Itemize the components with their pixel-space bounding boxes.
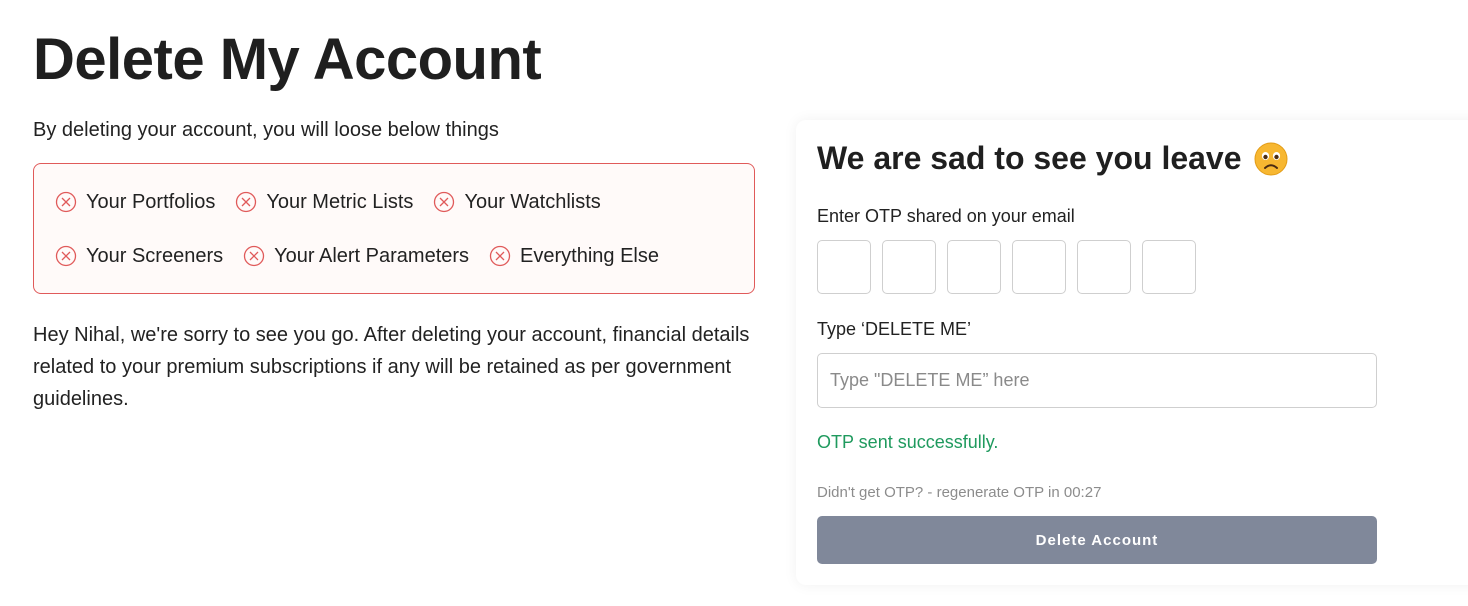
otp-label: Enter OTP shared on your email <box>817 206 1075 226</box>
cross-circle-icon <box>434 191 455 213</box>
otp-digit-2[interactable] <box>882 240 936 294</box>
otp-status-message: OTP sent successfully. <box>817 432 999 452</box>
confirm-delete-input[interactable] <box>817 353 1377 408</box>
sad-face-icon <box>1254 142 1288 175</box>
card-title-text: We are sad to see you leave <box>817 140 1242 176</box>
loss-item-screeners: Your Screeners <box>55 245 223 268</box>
cross-circle-icon <box>243 245 265 267</box>
otp-digit-4[interactable] <box>1012 240 1066 294</box>
loss-item-label: Your Portfolios <box>86 190 216 213</box>
otp-digit-5[interactable] <box>1077 240 1131 294</box>
loss-item-label: Your Watchlists <box>464 190 601 213</box>
loss-list: Your Portfolios Your Metric Lists Your W… <box>33 163 755 294</box>
loss-item-label: Everything Else <box>520 244 660 267</box>
loss-item-portfolios: Your Portfolios <box>55 191 215 214</box>
regenerate-otp-text: Didn't get OTP? - regenerate OTP in 00:2… <box>817 484 1102 501</box>
page-title: Delete My Account <box>33 27 542 92</box>
cross-circle-icon <box>55 245 77 267</box>
otp-digit-3[interactable] <box>947 240 1001 294</box>
loss-row: Your Portfolios Your Metric Lists Your W… <box>55 186 754 218</box>
cross-circle-icon <box>236 191 257 213</box>
cross-circle-icon <box>55 191 77 213</box>
info-section: Delete My Account By deleting your accou… <box>33 24 763 415</box>
loss-item-metric-lists: Your Metric Lists <box>235 191 413 214</box>
loss-item-alert-parameters: Your Alert Parameters <box>243 245 469 268</box>
card-title: We are sad to see you leave <box>817 140 1288 177</box>
confirm-label: Type ‘DELETE ME’ <box>817 319 972 339</box>
loss-item-label: Your Metric Lists <box>266 190 414 213</box>
loss-row: Your Screeners Your Alert Parameters Eve… <box>55 240 754 272</box>
otp-digit-1[interactable] <box>817 240 871 294</box>
intro-text: By deleting your account, you will loose… <box>33 119 499 141</box>
delete-account-card: We are sad to see you leave Enter OTP sh… <box>796 120 1468 585</box>
loss-item-everything-else: Everything Else <box>489 245 659 268</box>
otp-input-group <box>817 240 1207 294</box>
cross-circle-icon <box>489 245 511 267</box>
retention-message: Hey Nihal, we're sorry to see you go. Af… <box>33 324 750 410</box>
loss-item-watchlists: Your Watchlists <box>433 190 601 214</box>
loss-item-label: Your Screeners <box>86 244 224 267</box>
otp-digit-6[interactable] <box>1142 240 1196 294</box>
delete-account-button[interactable]: Delete Account <box>817 516 1377 564</box>
loss-item-label: Your Alert Parameters <box>274 244 470 267</box>
delete-account-page: Delete My Account By deleting your accou… <box>0 0 1468 606</box>
